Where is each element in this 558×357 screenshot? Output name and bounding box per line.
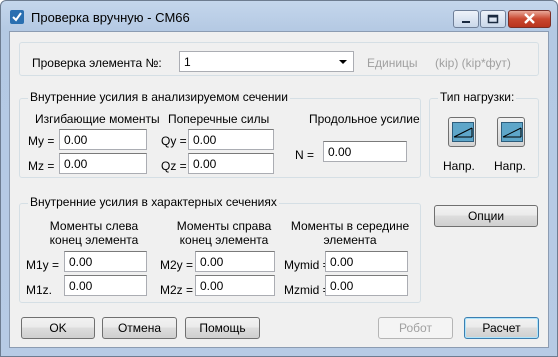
- load-type-button-1[interactable]: [448, 117, 476, 147]
- load-type-2-label: Напр.: [494, 159, 526, 173]
- close-button[interactable]: [508, 10, 551, 28]
- my-label: My =: [28, 134, 55, 148]
- m2y-label: M2y =: [160, 258, 194, 272]
- m1y-label: M1y =: [26, 258, 60, 272]
- left-end-moments-header: Моменты слева конец элемента: [34, 219, 154, 247]
- m2y-input[interactable]: 0.00: [195, 251, 275, 272]
- mymid-label: Mymid =: [284, 258, 330, 272]
- robot-button[interactable]: Робот: [378, 317, 453, 339]
- help-button[interactable]: Помощь: [185, 317, 260, 339]
- maximize-button[interactable]: [480, 10, 506, 28]
- mid-header-line-2: элемента: [323, 233, 377, 247]
- app-icon: [10, 10, 24, 24]
- shear-forces-header: Поперечные силы: [168, 112, 270, 126]
- close-icon: [524, 13, 535, 24]
- n-input[interactable]: 0.00: [323, 141, 407, 162]
- m2z-input[interactable]: 0.00: [195, 275, 275, 296]
- maximize-icon: [487, 14, 499, 24]
- axial-force-header: Продольное усилие: [309, 112, 420, 126]
- options-button[interactable]: Опции: [434, 205, 538, 227]
- calculate-button[interactable]: Расчет: [464, 317, 539, 339]
- title-bar[interactable]: Проверка вручную - CM66: [1, 1, 557, 31]
- m2z-label: M2z =: [160, 283, 194, 297]
- mz-input[interactable]: 0.00: [59, 153, 147, 174]
- element-number-value: 1: [184, 55, 191, 69]
- qy-label: Qy =: [161, 134, 187, 148]
- units-label: Единицы: [367, 56, 418, 70]
- cancel-button[interactable]: Отмена: [102, 317, 177, 339]
- element-number-label: Проверка элемента №:: [32, 56, 162, 70]
- qz-input[interactable]: 0.00: [188, 153, 274, 174]
- minimize-icon: [462, 21, 470, 23]
- load-type-legend: Тип нагрузки:: [438, 90, 517, 104]
- my-input[interactable]: 0.00: [59, 129, 147, 150]
- load-diagram-icon: [452, 122, 474, 142]
- right-end-header-line-2: конец элемента: [179, 233, 269, 247]
- left-end-header-line-2: конец элемента: [49, 233, 139, 247]
- mymid-input[interactable]: 0.00: [325, 251, 408, 272]
- right-end-header-line-1: Моменты справа: [176, 219, 272, 233]
- mz-label: Mz =: [28, 159, 55, 173]
- ok-button[interactable]: OK: [21, 317, 95, 339]
- characteristic-forces-legend: Внутренние усилия в характерных сечениях: [28, 195, 279, 209]
- m1z-label: M1z.: [26, 283, 53, 297]
- element-number-select[interactable]: 1: [179, 51, 354, 72]
- mzmid-label: Mzmid =: [284, 283, 330, 297]
- dialog-window: Проверка вручную - CM66 Проверка элемент…: [0, 0, 558, 357]
- window-title: Проверка вручную - CM66: [31, 10, 190, 25]
- units-value: (kip) (kip*фут): [435, 56, 511, 70]
- n-label: N =: [295, 148, 315, 162]
- left-end-header-line-1: Моменты слева: [49, 219, 139, 233]
- qy-input[interactable]: 0.00: [188, 129, 274, 150]
- chevron-down-icon: [339, 60, 347, 64]
- qz-label: Qz =: [161, 159, 187, 173]
- bending-moments-header: Изгибающие моменты: [35, 112, 160, 126]
- minimize-button[interactable]: [453, 10, 479, 28]
- dialog-client-area: Проверка элемента №: 1 Единицы (kip) (ki…: [9, 31, 549, 348]
- m1z-input[interactable]: 0.00: [64, 275, 147, 296]
- right-end-moments-header: Моменты справа конец элемента: [164, 219, 284, 247]
- load-diagram-icon: [501, 122, 523, 142]
- load-type-1-label: Напр.: [443, 159, 475, 173]
- mzmid-input[interactable]: 0.00: [325, 275, 408, 296]
- mid-header-line-1: Моменты в середине: [290, 219, 410, 233]
- internal-forces-legend: Внутренние усилия в анализируемом сечени…: [28, 90, 290, 104]
- m1y-input[interactable]: 0.00: [64, 251, 147, 272]
- load-type-button-2[interactable]: [497, 117, 525, 147]
- mid-moments-header: Моменты в середине элемента: [285, 219, 415, 247]
